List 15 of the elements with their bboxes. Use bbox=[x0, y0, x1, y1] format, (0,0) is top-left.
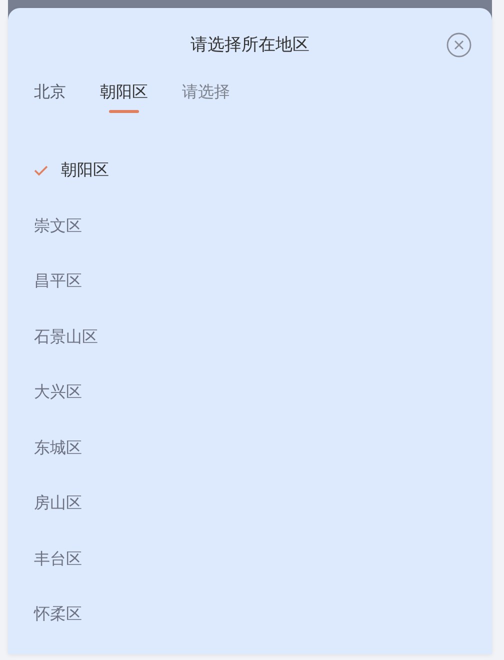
region-option[interactable]: 房山区 bbox=[34, 476, 492, 532]
region-option[interactable]: 昌平区 bbox=[34, 254, 492, 310]
region-tab[interactable]: 北京 bbox=[34, 82, 66, 113]
region-option[interactable]: 东城区 bbox=[34, 420, 492, 476]
region-option[interactable]: 怀柔区 bbox=[34, 587, 492, 642]
sheet-title: 请选择所在地区 bbox=[190, 34, 310, 56]
check-icon bbox=[34, 165, 48, 176]
region-tab[interactable]: 请选择 bbox=[182, 82, 230, 113]
region-tab[interactable]: 朝阳区 bbox=[100, 82, 148, 113]
region-option[interactable]: 朝阳区 bbox=[34, 143, 492, 198]
region-option[interactable]: 石景山区 bbox=[34, 310, 492, 365]
region-option[interactable]: 大兴区 bbox=[34, 365, 492, 420]
region-option[interactable]: 丰台区 bbox=[34, 532, 492, 587]
region-option[interactable]: 崇文区 bbox=[34, 198, 492, 254]
close-icon[interactable] bbox=[446, 32, 472, 58]
